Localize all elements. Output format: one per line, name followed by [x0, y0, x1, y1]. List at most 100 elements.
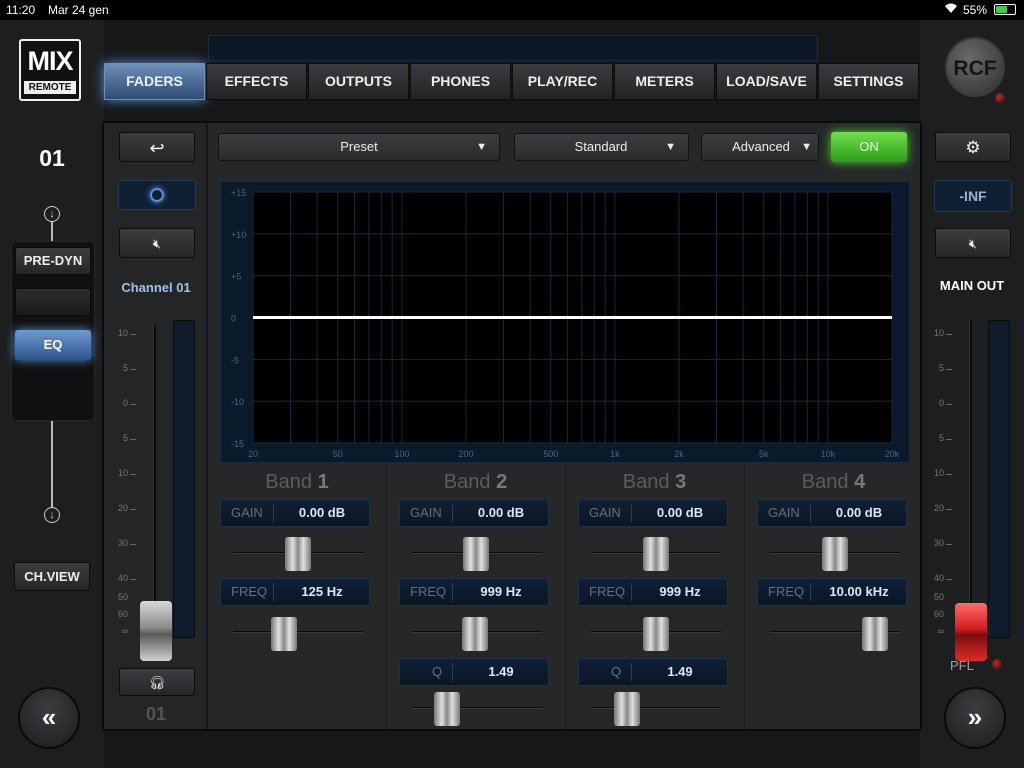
x-tick-label: 100: [394, 449, 409, 459]
gear-icon: ⚙: [965, 138, 981, 157]
band-freq-display[interactable]: FREQ 125 Hz: [220, 578, 370, 606]
band-title: Band 3: [566, 471, 743, 494]
band-1-column: Band 1 GAIN 0.00 dB FREQ 125 Hz: [208, 463, 386, 729]
gain-slider-knob[interactable]: [643, 537, 669, 571]
logo-subtext: REMOTE: [24, 81, 76, 94]
empty-slot-button[interactable]: [15, 288, 91, 316]
gain-slider-knob[interactable]: [463, 537, 489, 571]
band-gain-display[interactable]: GAIN 0.00 dB: [220, 499, 370, 527]
band-gain-display[interactable]: GAIN 0.00 dB: [757, 499, 907, 527]
chain-line-bottom: [51, 421, 53, 507]
y-tick-label: 0: [231, 314, 236, 324]
preset-dropdown[interactable]: Preset ▼: [218, 133, 500, 161]
main-mute-button[interactable]: 🔇︎: [935, 228, 1011, 258]
tab-effects[interactable]: EFFECTS: [206, 63, 307, 100]
channel-meter: [173, 320, 195, 638]
pfl-label: PFL: [950, 658, 974, 673]
tab-load-save[interactable]: LOAD/SAVE: [716, 63, 817, 100]
freq-slider-track[interactable]: [233, 631, 363, 633]
pre-dyn-button[interactable]: PRE-DYN: [15, 247, 91, 275]
q-slider-track[interactable]: [591, 707, 721, 709]
top-display: [208, 35, 818, 61]
band-2-column: Band 2 GAIN 0.00 dB FREQ 999 Hz Q 1.49: [386, 463, 564, 729]
freq-slider-knob[interactable]: [862, 617, 888, 651]
band-q-display[interactable]: Q 1.49: [578, 658, 728, 686]
band-gain-display[interactable]: GAIN 0.00 dB: [578, 499, 728, 527]
q-value: 1.49: [667, 664, 693, 679]
tab-settings[interactable]: SETTINGS: [818, 63, 919, 100]
band-freq-display[interactable]: FREQ 999 Hz: [399, 578, 549, 606]
tab-phones[interactable]: PHONES: [410, 63, 511, 100]
prev-page-button[interactable]: «: [18, 687, 80, 749]
eq-on-button[interactable]: ON: [831, 132, 907, 162]
q-slider-knob[interactable]: [434, 692, 460, 726]
gain-slider-knob[interactable]: [285, 537, 311, 571]
back-button[interactable]: ↩: [119, 132, 195, 162]
tab-meters[interactable]: METERS: [614, 63, 715, 100]
standard-dropdown[interactable]: Standard ▼: [514, 133, 689, 161]
x-tick-label: 20k: [885, 449, 900, 459]
channel-footer-number: 01: [145, 704, 167, 724]
pan-control[interactable]: [118, 180, 196, 210]
status-time: 11:20: [6, 3, 36, 17]
x-tick-label: 1k: [610, 449, 620, 459]
app-root: 11:20 Mar 24 gen 55% MIX REMOTE 01 ↓ PRE…: [0, 0, 1024, 768]
main-fader-scale: 10 5 0 5 10 20 30 40 50 60 ∞: [926, 320, 966, 640]
settings-gear-button[interactable]: ⚙: [935, 132, 1011, 162]
channel-fader-track[interactable]: [153, 325, 156, 645]
band-freq-display[interactable]: FREQ 999 Hz: [578, 578, 728, 606]
advanced-dropdown[interactable]: Advanced ▼: [701, 133, 819, 161]
tab-outputs[interactable]: OUTPUTS: [308, 63, 409, 100]
channel-number: 01: [39, 145, 65, 171]
y-tick-label: -10: [231, 397, 244, 407]
band-q-display[interactable]: Q 1.49: [399, 658, 549, 686]
gain-label: GAIN: [410, 505, 442, 520]
y-tick-label: +10: [231, 230, 246, 240]
freq-value: 10.00 kHz: [829, 584, 889, 599]
main-fader-track[interactable]: [969, 320, 972, 640]
gain-value: 0.00 dB: [835, 505, 883, 520]
channel-mute-button[interactable]: 🔇︎: [119, 228, 195, 258]
freq-slider-knob[interactable]: [271, 617, 297, 651]
tab-faders[interactable]: FADERS: [104, 63, 205, 100]
undo-arrow-icon: ↩: [149, 138, 165, 158]
band-title-number: 2: [496, 471, 508, 493]
freq-value: 125 Hz: [301, 584, 343, 599]
next-page-button[interactable]: »: [944, 687, 1006, 749]
band-title: Band 1: [208, 471, 386, 494]
channel-fader-knob[interactable]: [140, 601, 172, 661]
freq-slider-knob[interactable]: [462, 617, 488, 651]
headphones-pfl-button[interactable]: 🎧︎: [119, 668, 195, 696]
channel-name: Channel 01: [121, 280, 191, 295]
freq-label: FREQ: [768, 584, 805, 599]
freq-value: 999 Hz: [480, 584, 522, 599]
eq-graph[interactable]: +15 +10 +5 0 -5 -10 -15 20 50 100 200 500 1k 2k 5k 10k 2…: [220, 181, 910, 463]
eq-button[interactable]: EQ: [15, 330, 91, 360]
gain-slider-knob[interactable]: [822, 537, 848, 571]
speaker-mute-icon: 🔇︎: [152, 236, 162, 251]
main-fader-knob[interactable]: [955, 603, 987, 661]
band-title-number: 1: [317, 471, 329, 493]
q-slider-track[interactable]: [412, 707, 542, 709]
pfl-led: [992, 659, 1002, 669]
q-label: Q: [611, 664, 622, 679]
status-bar: 11:20 Mar 24 gen 55%: [0, 0, 1024, 20]
ch-view-button[interactable]: CH.VIEW: [14, 562, 90, 591]
gain-label: GAIN: [768, 505, 800, 520]
x-tick-label: 20: [248, 449, 258, 459]
band-freq-display[interactable]: FREQ 10.00 kHz: [757, 578, 907, 606]
freq-label: FREQ: [231, 584, 268, 599]
speaker-mute-icon: 🔇︎: [968, 236, 978, 251]
main-out-label: MAIN OUT: [939, 278, 1005, 293]
dropdown-arrow-icon: ▼: [801, 141, 812, 153]
dropdown-arrow-icon: ▼: [665, 141, 676, 153]
gain-label: GAIN: [231, 505, 263, 520]
band-title-word: Band: [622, 471, 670, 493]
tab-play-rec[interactable]: PLAY/REC: [512, 63, 613, 100]
freq-slider-knob[interactable]: [643, 617, 669, 651]
band-gain-display[interactable]: GAIN 0.00 dB: [399, 499, 549, 527]
y-tick-label: +5: [231, 272, 241, 282]
band-title-number: 3: [675, 471, 687, 493]
chain-line-top: [51, 222, 53, 242]
q-slider-knob[interactable]: [614, 692, 640, 726]
